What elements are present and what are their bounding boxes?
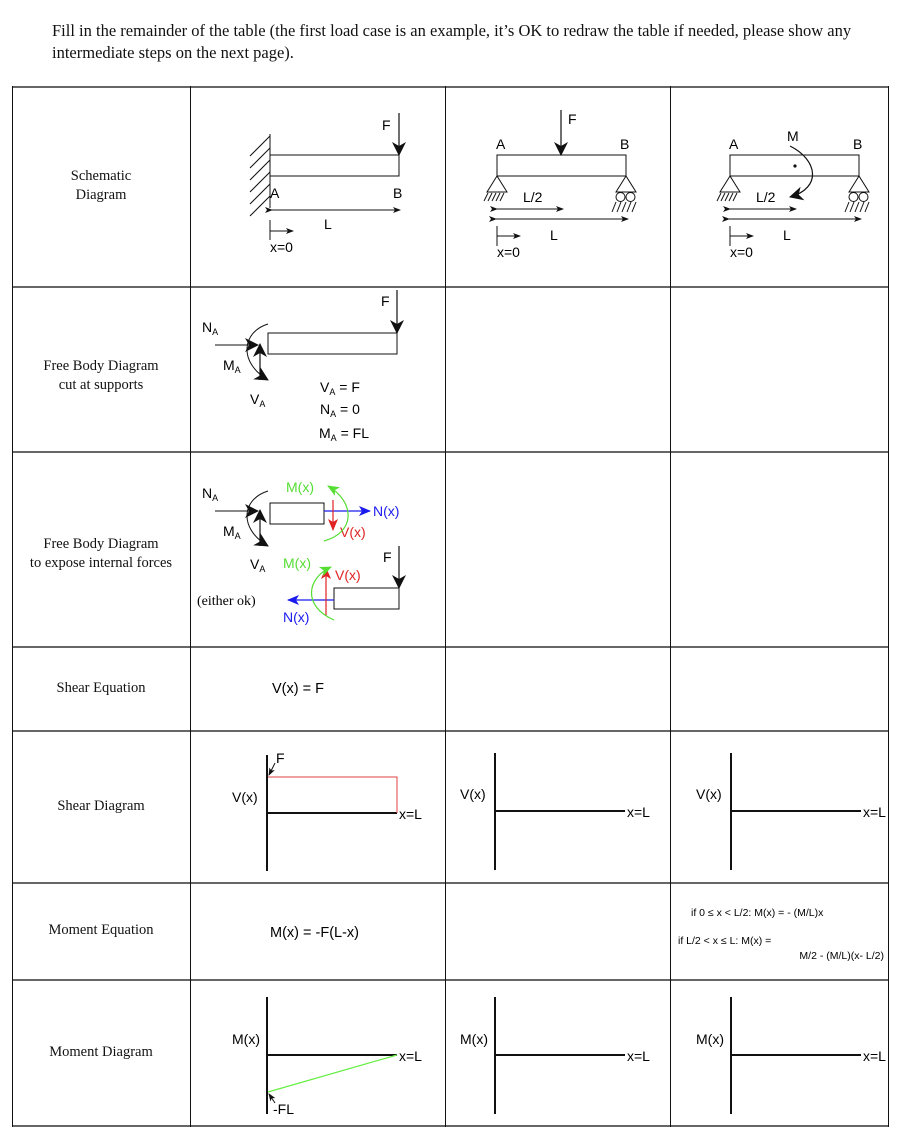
beam-segment: [267, 332, 398, 355]
either-ok-note: (either ok): [197, 594, 256, 609]
m-a-label: MA: [223, 357, 241, 375]
moment-curve: [267, 1054, 398, 1093]
point-b-label: B: [853, 136, 862, 152]
roller-support-icon: [844, 175, 870, 213]
internal-v-label: V(x): [340, 524, 366, 540]
length-label: L: [783, 227, 791, 243]
case3-schematic: M A B L/2 L x=0: [716, 128, 870, 260]
half-length-label: L/2: [756, 189, 776, 205]
reaction-m-arrow: [246, 323, 269, 381]
m-a-label: MA: [223, 523, 241, 541]
x-axis-label: x=L: [863, 804, 886, 820]
x-axis-label: x=L: [863, 1048, 886, 1064]
point-a-label: A: [729, 136, 739, 152]
result-v-a: VA = F: [320, 379, 360, 397]
x-axis-label: x=L: [399, 806, 422, 822]
case2-schematic: F A B L/2 L x=0: [483, 110, 637, 260]
value-pointer: [268, 762, 276, 776]
m-axis-label: M(x): [460, 1031, 488, 1047]
value-pointer: [268, 1093, 276, 1104]
case1-fbd-internal: NA MA VA N(x) V(x) M(x) F N(x) V(x) M(x)…: [197, 479, 406, 625]
case3-moment-eq-line1: if 0 ≤ x < L/2: M(x) = - (M/L)x: [691, 907, 824, 919]
beam-segment-right: [333, 587, 400, 610]
v-a-label: VA: [250, 556, 265, 574]
origin-label: x=0: [497, 244, 520, 260]
point-a-label: A: [270, 185, 280, 201]
origin-label: x=0: [730, 244, 753, 260]
point-a-label: A: [496, 136, 506, 152]
v-a-label: VA: [250, 391, 265, 409]
diagram-layer: F A B L x=0 F A B L/2 L x=0 M A B L/2 L …: [197, 110, 886, 1117]
moment-arrow: [789, 145, 814, 201]
force-label: F: [382, 117, 391, 133]
moment-label: M: [787, 128, 799, 144]
value-label: F: [276, 750, 285, 766]
internal-m-label: M(x): [286, 479, 314, 495]
case3-moment-eq-line2: if L/2 < x ≤ L: M(x) =: [678, 935, 771, 947]
pin-support-icon: [483, 175, 508, 202]
case1-shear-diagram: V(x) x=L F: [232, 750, 422, 871]
x-axis-label: x=L: [627, 804, 650, 820]
v-axis-label: V(x): [696, 786, 722, 802]
n-a-label: NA: [202, 319, 218, 337]
case1-moment-diagram: M(x) x=L -FL: [232, 997, 422, 1117]
internal-n-label: N(x): [373, 503, 399, 519]
case1-shear-equation: V(x) = F: [272, 681, 324, 697]
x-axis-label: x=L: [399, 1048, 422, 1064]
v-axis-label: V(x): [460, 786, 486, 802]
half-length-label: L/2: [523, 189, 543, 205]
case3-shear-diagram: V(x) x=L: [696, 753, 886, 870]
beam-segment-left: [269, 502, 325, 525]
case3-moment-eq-line3: M/2 - (M/L)(x- L/2): [799, 950, 884, 962]
force-label: F: [381, 293, 390, 309]
case1-fbd-supports: F NA MA VA VA = F NA = 0 MA = FL: [202, 290, 404, 443]
internal-m-label: M(x): [283, 555, 311, 571]
reaction-m-arrow: [246, 490, 269, 547]
shear-curve: [268, 776, 398, 813]
internal-m-arrow: [310, 566, 335, 621]
moment-point-dot: [793, 164, 797, 168]
internal-v-label: V(x): [335, 567, 361, 583]
v-axis-label: V(x): [232, 789, 258, 805]
force-label: F: [568, 111, 577, 127]
pin-support-icon: [716, 175, 741, 202]
fixed-wall-icon: [249, 134, 271, 217]
roller-support-icon: [611, 175, 637, 213]
beam: [269, 154, 400, 177]
result-m-a: MA = FL: [319, 425, 369, 443]
case2-moment-diagram: M(x) x=L: [460, 997, 650, 1114]
point-b-label: B: [620, 136, 629, 152]
case2-shear-diagram: V(x) x=L: [460, 753, 650, 870]
internal-n-label: N(x): [283, 609, 309, 625]
n-a-label: NA: [202, 485, 218, 503]
point-b-label: B: [393, 185, 402, 201]
x-axis-label: x=L: [627, 1048, 650, 1064]
m-axis-label: M(x): [232, 1031, 260, 1047]
case3-moment-diagram: M(x) x=L: [696, 997, 886, 1114]
result-n-a: NA = 0: [320, 401, 360, 419]
case1-moment-equation: M(x) = -F(L-x): [270, 925, 359, 941]
value-label: -FL: [273, 1101, 294, 1117]
beam: [496, 154, 627, 177]
force-label: F: [383, 549, 392, 565]
m-axis-label: M(x): [696, 1031, 724, 1047]
length-label: L: [550, 227, 558, 243]
length-label: L: [324, 216, 332, 232]
case1-schematic: F A B L x=0: [249, 113, 406, 255]
origin-label: x=0: [270, 239, 293, 255]
